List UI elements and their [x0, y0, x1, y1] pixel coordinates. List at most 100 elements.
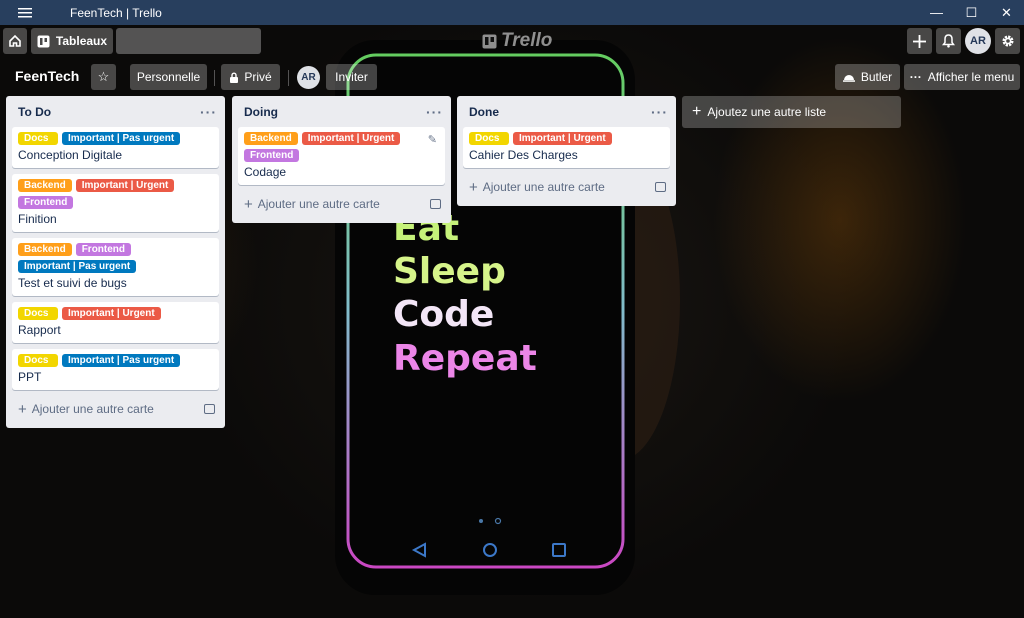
star-icon: ☆: [97, 69, 110, 84]
card-title: PPT: [18, 370, 42, 384]
card-title: Conception Digitale: [18, 148, 123, 162]
list-title[interactable]: Done: [469, 105, 499, 119]
card-label[interactable]: Docs: [18, 132, 58, 145]
settings-button[interactable]: [995, 28, 1020, 54]
card[interactable]: Backend Important | Urgent Frontend Codage ✎: [238, 127, 445, 185]
show-menu-label: Afficher le menu: [927, 70, 1015, 84]
trello-logo[interactable]: Trello: [482, 30, 552, 52]
card-label[interactable]: Backend: [244, 132, 298, 145]
search-input[interactable]: [116, 28, 261, 54]
board-title[interactable]: FeenTech: [15, 68, 79, 84]
card-labels: Backend Frontend Important | Pas urgent: [18, 243, 213, 273]
butler-button[interactable]: Butler: [835, 64, 900, 90]
list-header[interactable]: Done ···: [463, 96, 670, 127]
minimize-button[interactable]: —: [919, 0, 954, 25]
art-text-sleep: Sleep: [393, 251, 506, 292]
add-card-label: Ajouter une autre carte: [257, 197, 380, 211]
card-label[interactable]: Frontend: [244, 149, 300, 162]
card-label[interactable]: Docs: [469, 132, 509, 145]
window-titlebar: FeenTech | Trello — ☐ ✕: [0, 0, 1024, 25]
card-labels: Docs Important | Urgent: [469, 132, 664, 145]
card-labels: Docs Important | Pas urgent: [18, 354, 213, 367]
close-button[interactable]: ✕: [989, 0, 1024, 25]
notifications-button[interactable]: [936, 28, 961, 54]
plus-icon: +: [469, 178, 478, 196]
hamburger-menu-icon[interactable]: [0, 0, 50, 25]
list-header[interactable]: To Do ···: [12, 96, 219, 127]
card-labels: Docs Important | Pas urgent: [18, 132, 213, 145]
add-card-label: Ajouter une autre carte: [482, 180, 605, 194]
card-label[interactable]: Docs: [18, 354, 58, 367]
trello-logo-icon: [482, 34, 497, 48]
list-title[interactable]: Doing: [244, 105, 278, 119]
user-avatar[interactable]: AR: [965, 28, 991, 54]
card-template-icon[interactable]: [204, 404, 215, 414]
card-label[interactable]: Important | Urgent: [301, 132, 401, 145]
invite-button[interactable]: Inviter: [326, 64, 377, 90]
card[interactable]: Docs Important | Urgent Rapport: [12, 302, 219, 343]
card-label[interactable]: Backend: [18, 179, 72, 192]
card-label[interactable]: Frontend: [75, 243, 132, 256]
separator: [214, 70, 215, 86]
list-title[interactable]: To Do: [18, 105, 51, 119]
card-template-icon[interactable]: [430, 199, 441, 209]
board-member-avatar[interactable]: AR: [297, 66, 320, 89]
list-menu-icon[interactable]: ···: [200, 104, 217, 120]
list-menu-icon[interactable]: ···: [426, 104, 443, 120]
list-header[interactable]: Doing ···: [238, 96, 445, 127]
card-label[interactable]: Important | Pas urgent: [18, 260, 137, 273]
card[interactable]: Docs Important | Pas urgent Conception Dig…: [12, 127, 219, 168]
add-card-button[interactable]: + Ajouter une autre carte: [463, 174, 670, 200]
show-menu-button[interactable]: ··· Afficher le menu: [904, 64, 1020, 90]
team-visibility-button[interactable]: Personnelle: [130, 64, 207, 90]
card[interactable]: Backend Frontend Important | Pas urgent Tes…: [12, 238, 219, 296]
list-1: Doing ··· Backend Important | Urgent Fronten…: [232, 96, 451, 223]
home-icon: [9, 34, 21, 47]
card[interactable]: Docs Important | Urgent Cahier Des Charges: [463, 127, 670, 168]
list-0: To Do ··· Docs Important | Pas urgent Concep…: [6, 96, 225, 428]
card-label[interactable]: Important | Urgent: [62, 307, 161, 320]
card-template-icon[interactable]: [655, 182, 666, 192]
board-header: FeenTech ☆ Personnelle Privé AR Inviter …: [0, 62, 1024, 92]
card-title: Cahier Des Charges: [469, 148, 578, 162]
plus-icon: [913, 34, 926, 48]
add-list-label: Ajoutez une autre liste: [707, 105, 827, 119]
add-card-label: Ajouter une autre carte: [31, 402, 154, 416]
card[interactable]: Backend Important | Urgent Frontend Finitio…: [12, 174, 219, 232]
list-menu-icon[interactable]: ···: [651, 104, 668, 120]
art-text-code: Code: [393, 294, 494, 335]
add-card-button[interactable]: + Ajouter une autre carte: [12, 396, 219, 422]
card-title: Codage: [244, 165, 287, 179]
card[interactable]: Docs Important | Pas urgent PPT: [12, 349, 219, 390]
star-board-button[interactable]: ☆: [91, 64, 116, 90]
card-label[interactable]: Important | Urgent: [75, 179, 175, 192]
card-title: Test et suivi de bugs: [18, 276, 127, 290]
plus-icon: +: [692, 103, 702, 120]
card-labels: Backend Important | Urgent Frontend: [244, 132, 439, 162]
maximize-button[interactable]: ☐: [954, 0, 989, 25]
card-label[interactable]: Backend: [18, 243, 72, 256]
add-card-button[interactable]: + Ajouter une autre carte: [238, 191, 445, 217]
card-label[interactable]: Docs: [18, 307, 58, 320]
lock-icon: [230, 72, 239, 83]
separator: [288, 70, 289, 86]
privacy-button[interactable]: Privé: [221, 64, 280, 90]
card-label[interactable]: Important | Urgent: [513, 132, 612, 145]
home-button[interactable]: [3, 28, 27, 54]
plus-icon: +: [18, 400, 27, 418]
more-dots-icon: ···: [909, 70, 922, 84]
card-label[interactable]: Frontend: [18, 196, 74, 209]
card-label[interactable]: Important | Pas urgent: [62, 132, 181, 145]
boards-icon: [37, 35, 50, 47]
plus-icon: +: [244, 195, 253, 213]
create-button[interactable]: [907, 28, 932, 54]
boards-label: Tableaux: [55, 34, 108, 48]
art-text-repeat: Repeat: [393, 338, 537, 379]
edit-pencil-icon[interactable]: ✎: [428, 133, 437, 146]
app-header: Tableaux Trello AR: [0, 25, 1024, 57]
add-list-button[interactable]: + Ajoutez une autre liste: [682, 96, 901, 128]
boards-button[interactable]: Tableaux: [31, 28, 113, 54]
butler-label: Butler: [860, 70, 893, 84]
card-label[interactable]: Important | Pas urgent: [62, 354, 181, 367]
card-labels: Backend Important | Urgent Frontend: [18, 179, 213, 209]
